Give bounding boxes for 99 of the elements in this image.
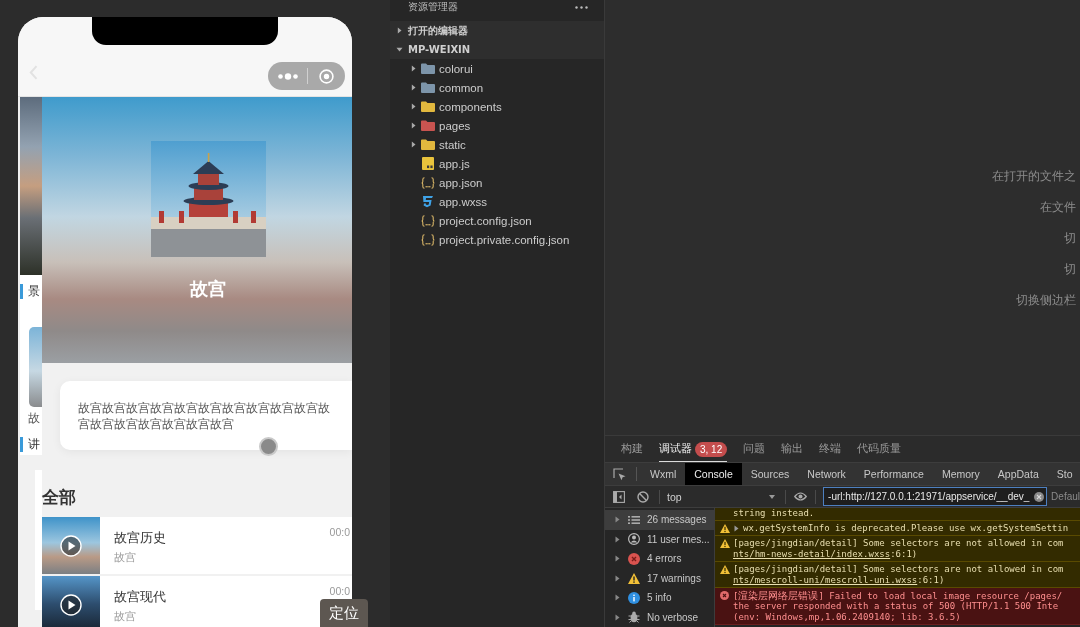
message-text: (env: Windows,mp,1.06.2409140; lib: 3.6.5) (733, 612, 961, 623)
panel-tab[interactable]: 输出 (781, 436, 804, 462)
track-title: 故宫历史 (114, 531, 166, 545)
list-icon (628, 513, 640, 526)
play-icon[interactable] (60, 534, 82, 557)
shortcut-hint: 切 (1064, 232, 1076, 244)
handle-dot-icon[interactable] (259, 437, 278, 456)
info-icon (628, 591, 640, 604)
message-filter-item[interactable]: 17 warnings (605, 568, 714, 588)
count-badge: 3, 12 (695, 441, 728, 457)
panel-title: 资源管理器 (408, 1, 458, 13)
warning-icon (628, 572, 640, 584)
json-file-icon (421, 214, 435, 227)
caret-icon (615, 594, 620, 602)
js-file-icon (421, 157, 435, 170)
levels-dropdown[interactable]: Defaul (1051, 491, 1080, 502)
json-file-icon (421, 176, 435, 189)
panel-tab[interactable]: 调试器 3, 12 (659, 436, 728, 462)
message-text: nts/mescroll-uni/mescroll-uni.wxss:6:1) (733, 575, 945, 586)
folder-item[interactable]: common (390, 78, 604, 97)
caret-icon (769, 494, 776, 499)
folder-item[interactable]: components (390, 97, 604, 116)
shortcut-hint: 在打开的文件之 (992, 170, 1076, 182)
hero-title: 故宫 (190, 279, 226, 299)
css-file-icon (421, 195, 435, 208)
track-row[interactable]: 故宫历史 故宫 00:0 (42, 517, 352, 574)
panel-tab[interactable]: 代码质量 (857, 436, 902, 462)
message-text: [pages/jingdian/detail] Some selectors are not allowed in com (733, 564, 1064, 575)
locate-button[interactable]: 定位 (320, 599, 368, 627)
file-item[interactable]: app.wxss (390, 192, 604, 211)
devtools-tab[interactable]: Console (685, 463, 742, 485)
message-filter-item[interactable]: 4 errors (605, 549, 714, 569)
target-icon (319, 68, 334, 84)
track-subtitle: 故宫 (114, 610, 136, 622)
section-header[interactable]: MP-WEIXIN (390, 40, 604, 59)
message-text: [渲染层网络层错误] Failed to load local image resource /pages/ (733, 589, 1063, 602)
panel-tab[interactable]: 终端 (819, 436, 842, 462)
devtools-tab[interactable]: Sto (1047, 463, 1080, 485)
message-filter-item[interactable]: 11 user mes... (605, 529, 714, 549)
shortcut-hint: 切换侧边栏 (1016, 294, 1076, 306)
file-item[interactable]: project.config.json (390, 211, 604, 230)
devtools-tab[interactable]: Memory (932, 463, 989, 485)
caret-icon (615, 613, 620, 621)
expand-caret-icon[interactable] (734, 525, 739, 532)
folder-item[interactable]: static (390, 135, 604, 154)
message-text: nts/hm-news-detail/index.wxss:6:1) (733, 549, 918, 560)
accent-bar (20, 284, 23, 299)
more-icon (278, 72, 298, 80)
clear-icon[interactable] (1034, 491, 1045, 502)
user-icon (628, 533, 640, 546)
filter-field[interactable]: -url:http://127.0.0.1:21971/appservice/__dev_ (823, 487, 1048, 506)
message-text: wx.getSystemInfo is deprecated.Please use wx.getSystemSettin (743, 523, 1069, 534)
devtools-tab[interactable]: Wxml (641, 463, 686, 485)
context-select[interactable]: top (664, 487, 780, 506)
accent-bar (20, 437, 23, 452)
track-title: 故宫现代 (114, 590, 166, 604)
devtools-tab[interactable]: Network (798, 463, 855, 485)
more-icon[interactable] (575, 5, 588, 9)
message-text: [pages/jingdian/detail] Some selectors are not allowed in com (733, 538, 1064, 549)
shortcut-hint: 在文件 (1040, 201, 1076, 213)
folder-item[interactable]: colorui (390, 59, 604, 78)
file-item[interactable]: app.js (390, 154, 604, 173)
caret-icon (615, 555, 620, 563)
track-duration: 00:0 (329, 585, 350, 597)
inspect-icon[interactable] (613, 468, 626, 481)
file-link[interactable]: nts/hm-news-detail/index.wxss (733, 549, 891, 559)
devtools-tab[interactable]: AppData (988, 463, 1048, 485)
track-duration: 00:0 (329, 526, 350, 538)
category-label: 讲 (28, 438, 40, 451)
devtools-tab[interactable]: Performance (854, 463, 933, 485)
card-caption: 故 (28, 412, 40, 425)
file-item[interactable]: project.private.config.json (390, 230, 604, 249)
message-filter-item[interactable]: 5 info (605, 588, 714, 608)
json-file-icon (421, 233, 435, 246)
play-icon[interactable] (60, 594, 82, 616)
bug-icon (628, 611, 640, 624)
sidebar-toggle-icon[interactable] (613, 490, 625, 503)
file-item[interactable]: app.json (390, 173, 604, 192)
folder-item[interactable]: pages (390, 116, 604, 135)
caret-icon (615, 574, 620, 582)
shortcut-hint: 切 (1064, 263, 1076, 275)
message-text: string instead. (733, 508, 815, 519)
file-link[interactable]: nts/mescroll-uni/mescroll-uni.wxss (733, 575, 918, 585)
section-header[interactable]: 打开的编辑器 (390, 21, 604, 40)
eye-icon[interactable] (794, 492, 808, 501)
message-filter-item[interactable]: No verbose (605, 607, 714, 627)
message-text: the server responded with a status of 500 (HTTP/1.1 500 Inte (733, 601, 1059, 612)
panel-tab[interactable]: 构建 (621, 436, 643, 462)
error-icon (628, 552, 640, 565)
caret-icon (615, 516, 620, 524)
track-subtitle: 故宫 (114, 551, 136, 563)
section-title: 全部 (42, 487, 76, 507)
devtools-tab[interactable]: Sources (741, 463, 799, 485)
description-text: 故宫故宫故宫故宫故宫故宫故宫故宫故宫故宫故宫故宫故宫故宫故宫故宫故宫 (78, 400, 331, 432)
panel-tab[interactable]: 问题 (743, 436, 766, 462)
block-icon[interactable] (637, 490, 649, 503)
caret-icon (615, 535, 620, 543)
category-label: 景 (28, 285, 40, 298)
message-filter-item[interactable]: 26 messages (605, 510, 714, 530)
